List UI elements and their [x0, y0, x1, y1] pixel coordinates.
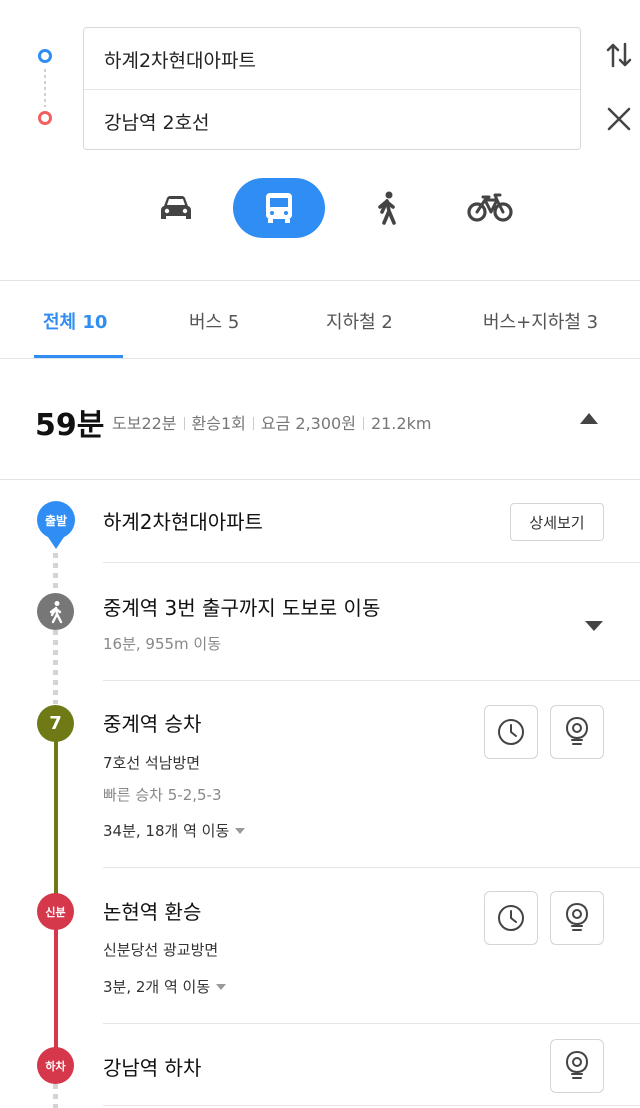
alight-badge: 하차 [37, 1047, 74, 1084]
walk-icon [49, 600, 62, 623]
distance: 21.2km [370, 414, 432, 433]
section-divider [0, 280, 640, 281]
summary-divider [362, 417, 364, 430]
walk-step-duration: 16분, 955m 이동 [103, 635, 222, 653]
route-input-divider [84, 89, 580, 90]
fare: 요금 2,300원 [260, 414, 356, 433]
summary-divider [252, 417, 254, 430]
sinbundang-badge: 신분 [37, 893, 74, 930]
car-mode-button[interactable] [146, 178, 206, 238]
transfer-count: 환승1회 [191, 414, 246, 433]
close-icon[interactable] [604, 104, 634, 134]
transfer-station-title: 논현역 환승 [103, 900, 202, 924]
tab-bus-subway[interactable]: 버스+지하철 3 [483, 308, 598, 334]
sinbundang-path [54, 928, 58, 1050]
summary-divider [183, 417, 185, 430]
timetable-button[interactable] [484, 891, 538, 945]
chevron-down-icon [216, 984, 227, 990]
walk-path-dots [53, 553, 58, 593]
summary-divider-line [0, 479, 640, 480]
board-station-title: 중계역 승차 [103, 712, 202, 736]
transfer-duration[interactable]: 3분, 2개 역 이동 [103, 976, 227, 997]
step-divider [103, 562, 640, 563]
clock-icon [498, 719, 524, 745]
walk-icon [378, 191, 396, 225]
route-connector [44, 69, 46, 107]
car-icon [161, 196, 191, 219]
line7-path [54, 740, 58, 895]
walk-marker [37, 593, 74, 630]
board-direction: 7호선 석남방면 [103, 754, 201, 772]
start-marker: 출발 [37, 501, 75, 549]
board-duration-text: 34분, 18개 역 이동 [103, 822, 230, 840]
start-location-field[interactable]: 하계2차현대아파트 [104, 46, 256, 73]
bus-icon [266, 193, 292, 223]
subway-icon [565, 1050, 589, 1079]
tab-bus[interactable]: 버스 5 [189, 308, 239, 334]
collapse-icon[interactable] [578, 410, 600, 426]
start-location-title: 하계2차현대아파트 [103, 510, 263, 534]
swap-icon[interactable] [604, 40, 634, 70]
bus-mode-button[interactable] [233, 178, 325, 238]
transfer-direction: 신분당선 광교방면 [103, 941, 219, 959]
line7-badge: 7 [37, 705, 74, 742]
step-divider [103, 680, 640, 681]
step-divider [103, 867, 640, 868]
subway-icon [565, 716, 589, 745]
walk-time: 도보22분 [112, 414, 177, 433]
detail-view-button[interactable]: 상세보기 [510, 503, 604, 541]
board-duration[interactable]: 34분, 18개 역 이동 [103, 820, 246, 841]
walk-mode-button[interactable] [357, 178, 417, 238]
station-info-button[interactable] [550, 705, 604, 759]
walk-step-title: 중계역 3번 출구까지 도보로 이동 [103, 596, 381, 620]
bike-mode-button[interactable] [460, 178, 520, 238]
subway-icon [565, 902, 589, 931]
route-summary: 도보22분 환승1회 요금 2,300원 21.2km [112, 410, 431, 434]
timetable-button[interactable] [484, 705, 538, 759]
start-point-icon [38, 49, 52, 63]
fast-boarding-info: 빠른 승차 5-2,5-3 [103, 786, 222, 804]
station-info-button[interactable] [550, 891, 604, 945]
step-divider [103, 1105, 640, 1106]
step-divider [103, 1023, 640, 1024]
end-point-icon [38, 111, 52, 125]
total-time: 59분 [35, 408, 105, 443]
tab-subway[interactable]: 지하철 2 [326, 308, 393, 334]
bike-icon [467, 193, 513, 222]
end-location-field[interactable]: 강남역 2호선 [104, 108, 210, 135]
walk-path-dots [53, 1084, 58, 1108]
alight-station-title: 강남역 하차 [103, 1056, 202, 1080]
chevron-down-icon [235, 828, 246, 834]
expand-icon[interactable] [584, 619, 604, 633]
tab-all[interactable]: 전체 10 [43, 308, 107, 334]
walk-path-dots [53, 630, 58, 704]
transfer-duration-text: 3분, 2개 역 이동 [103, 978, 211, 996]
clock-icon [498, 905, 524, 931]
station-info-button[interactable] [550, 1039, 604, 1093]
tabs-divider [0, 358, 640, 359]
